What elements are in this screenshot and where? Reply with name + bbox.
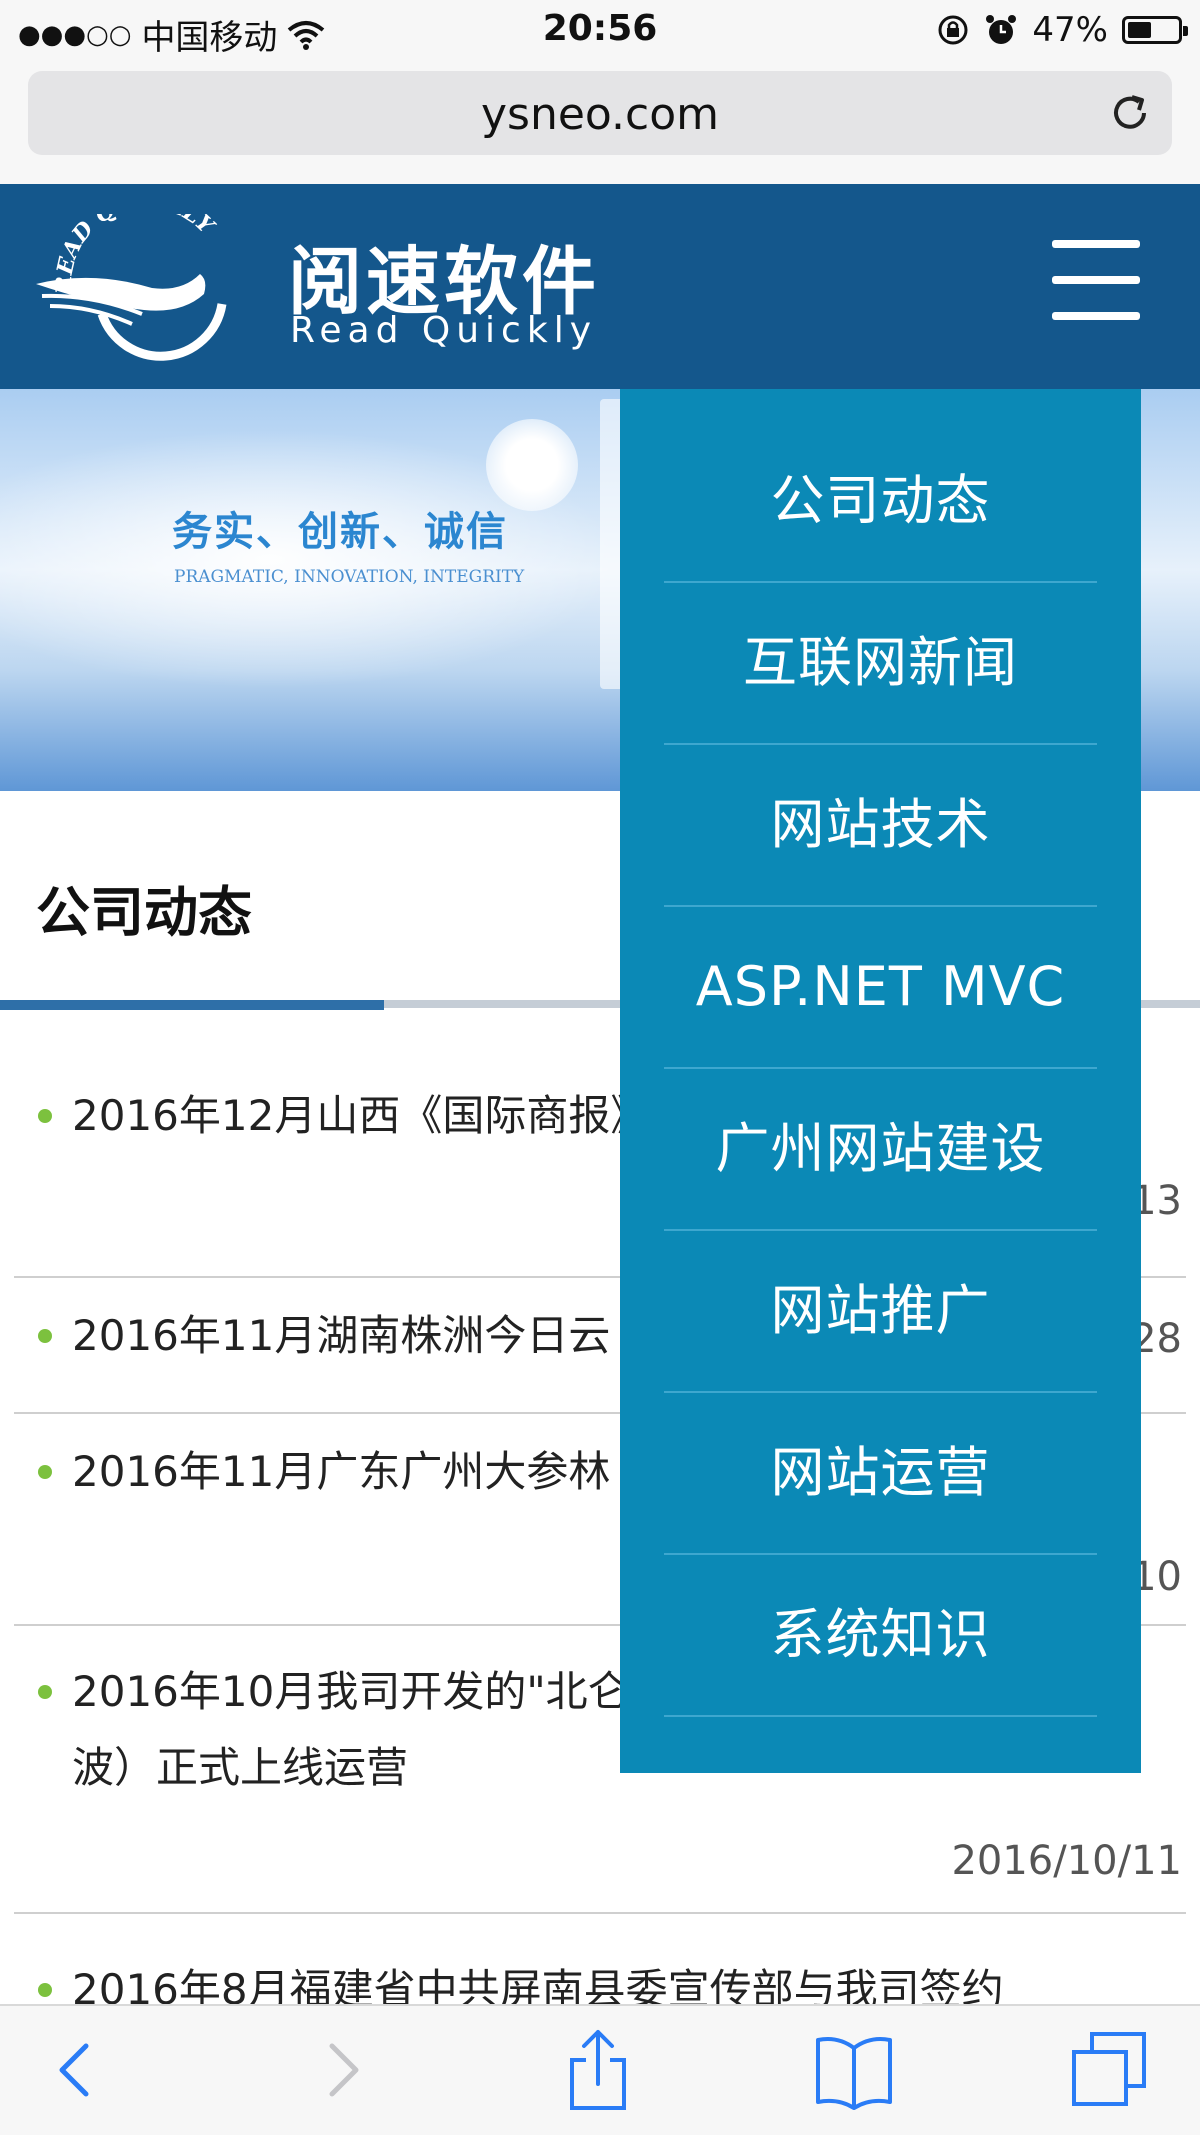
menu-item-internet-news[interactable]: 互联网新闻 bbox=[664, 583, 1097, 745]
banner-slogan-en: PRAGMATIC, INNOVATION, INTEGRITY bbox=[174, 567, 525, 587]
battery-icon bbox=[1122, 16, 1188, 44]
menu-item-web-operations[interactable]: 网站运营 bbox=[664, 1393, 1097, 1555]
brand-name-en: Read Quickly bbox=[290, 310, 598, 351]
bullet-icon bbox=[38, 1465, 52, 1479]
menu-item-aspnet-mvc[interactable]: ASP.NET MVC bbox=[664, 907, 1097, 1069]
status-right: 47% bbox=[936, 10, 1188, 50]
status-bar: ●●●○○ 中国移动 20:56 47% bbox=[0, 0, 1200, 62]
back-icon[interactable] bbox=[34, 2028, 118, 2112]
reload-icon[interactable] bbox=[1106, 89, 1154, 137]
alarm-icon bbox=[986, 15, 1017, 44]
address-bar[interactable]: ysneo.com bbox=[28, 71, 1172, 155]
bullet-icon bbox=[38, 1109, 52, 1123]
menu-item-system-knowledge[interactable]: 系统知识 bbox=[664, 1555, 1097, 1717]
site-header: READ QUICKLY 阅速软件 Read Quickly bbox=[0, 184, 1200, 389]
bullet-icon bbox=[38, 1983, 52, 1997]
banner-light-orb bbox=[486, 419, 578, 511]
news-date: 2016/10/11 bbox=[951, 1838, 1182, 1884]
menu-item-web-promotion[interactable]: 网站推广 bbox=[664, 1231, 1097, 1393]
bullet-icon bbox=[38, 1329, 52, 1343]
logo-icon[interactable]: READ QUICKLY bbox=[32, 214, 252, 364]
nav-dropdown-menu: 公司动态 互联网新闻 网站技术 ASP.NET MVC 广州网站建设 网站推广 … bbox=[620, 389, 1141, 1773]
menu-toggle-button[interactable] bbox=[1052, 240, 1142, 320]
address-bar-area: ysneo.com bbox=[0, 62, 1200, 184]
bullet-icon bbox=[38, 1685, 52, 1699]
hamburger-line bbox=[1052, 312, 1140, 320]
share-icon[interactable] bbox=[556, 2028, 640, 2112]
menu-item-guangzhou-web[interactable]: 广州网站建设 bbox=[664, 1069, 1097, 1231]
battery-level bbox=[1128, 22, 1151, 38]
rotation-lock-icon bbox=[938, 15, 968, 45]
banner-slogan: 务实、创新、诚信 bbox=[172, 509, 508, 555]
hamburger-line bbox=[1052, 276, 1140, 284]
section-title: 公司动态 bbox=[36, 881, 252, 944]
menu-item-web-tech[interactable]: 网站技术 bbox=[664, 745, 1097, 907]
battery-percent: 47% bbox=[1032, 10, 1108, 50]
bookmarks-icon[interactable] bbox=[812, 2028, 896, 2112]
forward-icon[interactable] bbox=[300, 2028, 384, 2112]
hamburger-line bbox=[1052, 240, 1140, 248]
section-divider-active bbox=[0, 1000, 384, 1010]
menu-item-company-news[interactable]: 公司动态 bbox=[664, 421, 1097, 583]
tabs-icon[interactable] bbox=[1068, 2028, 1152, 2112]
url-text[interactable]: ysneo.com bbox=[28, 89, 1172, 140]
browser-toolbar bbox=[0, 2004, 1200, 2135]
